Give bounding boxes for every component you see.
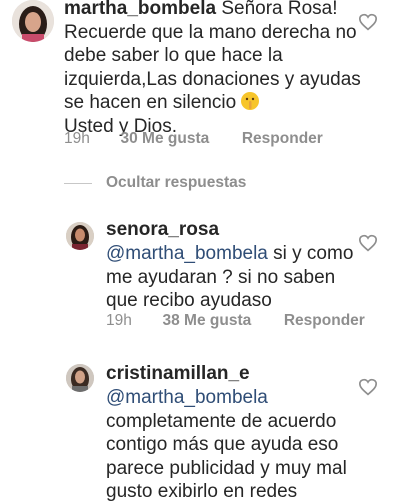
comment-meta: 19h 30 Me gusta Responder — [64, 130, 323, 148]
reply-meta: 19h 38 Me gusta Responder — [106, 312, 365, 330]
reply-button[interactable]: Responder — [284, 312, 365, 329]
avatar[interactable] — [12, 0, 54, 42]
reply-username-text[interactable]: senora_rosa — [106, 219, 219, 240]
avatar[interactable] — [66, 222, 94, 250]
reply-body: @martha_bombela si y como me ayudaran ? … — [106, 242, 356, 313]
reply-username: senora_rosa — [106, 218, 219, 242]
shushing-face-icon — [241, 92, 260, 110]
comment-likes[interactable]: 30 Me gusta — [121, 130, 210, 147]
hide-replies-button[interactable]: Ocultar respuestas — [106, 174, 246, 192]
reply-username: cristinamillan_e — [106, 362, 250, 386]
reply-likes[interactable]: 38 Me gusta — [163, 312, 252, 329]
reply-button[interactable]: Responder — [242, 130, 323, 147]
reply-body: @martha_bombela completamente de acuerdo… — [106, 386, 356, 504]
comment-body: martha_bombela Señora Rosa! Recuerde que… — [64, 0, 364, 138]
heart-icon[interactable] — [358, 234, 378, 252]
comment-username[interactable]: martha_bombela — [64, 0, 216, 19]
reply-time: 19h — [106, 312, 132, 329]
heart-icon[interactable] — [358, 378, 378, 396]
mention-link[interactable]: @martha_bombela — [106, 387, 268, 408]
comment-time: 19h — [64, 130, 90, 147]
avatar[interactable] — [66, 364, 94, 392]
reply-username-text[interactable]: cristinamillan_e — [106, 363, 250, 384]
mention-link[interactable]: @martha_bombela — [106, 243, 268, 264]
reply-text: completamente de acuerdo contigo más que… — [106, 410, 347, 503]
replies-divider — [64, 183, 92, 184]
heart-icon[interactable] — [358, 13, 378, 31]
